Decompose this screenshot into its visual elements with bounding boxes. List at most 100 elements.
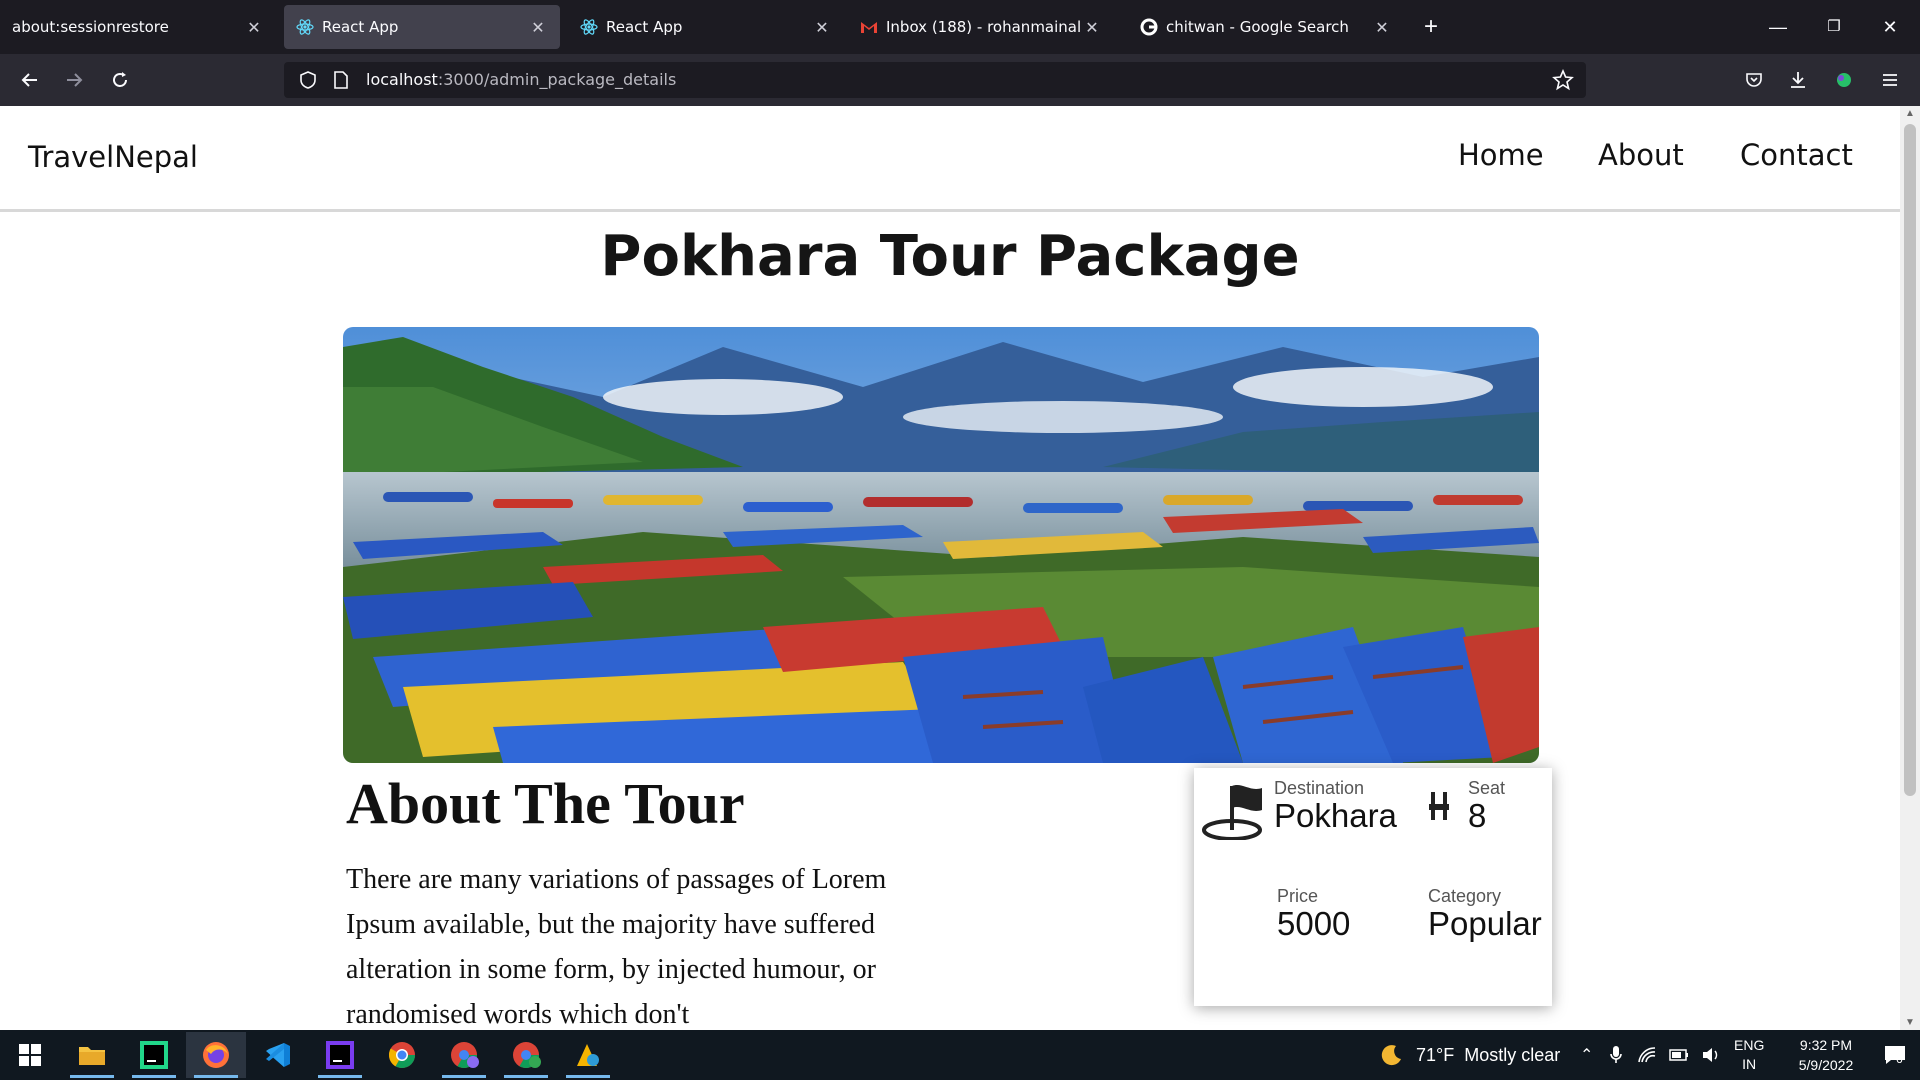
tab-gmail[interactable]: Inbox (188) - rohanmainali39@ ✕	[848, 5, 1114, 49]
vscode-icon[interactable]	[248, 1032, 308, 1078]
shield-icon[interactable]	[298, 70, 318, 95]
back-arrow-icon	[21, 73, 37, 87]
language-indicator[interactable]: ENG IN	[1734, 1030, 1764, 1080]
tab-title: React App	[322, 18, 399, 36]
close-icon[interactable]: ✕	[1082, 18, 1102, 37]
file-explorer-icon[interactable]	[62, 1032, 122, 1078]
close-icon[interactable]: ✕	[812, 18, 832, 37]
clock-time: 9:32 PM	[1799, 1037, 1853, 1053]
pycharm-icon[interactable]	[124, 1032, 184, 1078]
destination-value: Pokhara	[1274, 797, 1397, 834]
seat-icon	[1428, 790, 1450, 827]
start-button[interactable]	[0, 1032, 60, 1078]
scroll-down-icon[interactable]: ▼	[1905, 1017, 1915, 1028]
notification-icon	[1885, 1046, 1905, 1064]
site-header: TravelNepal Home About Contact	[0, 106, 1900, 212]
language-line-2: IN	[1742, 1056, 1757, 1072]
close-icon[interactable]: ✕	[244, 18, 264, 37]
nav-about[interactable]: About	[1598, 138, 1684, 172]
nav-contact[interactable]: Contact	[1740, 138, 1853, 172]
extension-button[interactable]	[1826, 64, 1862, 96]
gmail-icon	[860, 18, 878, 36]
tab-title: about:sessionrestore	[12, 18, 169, 36]
react-icon	[580, 18, 598, 36]
forward-arrow-icon	[67, 73, 83, 87]
restore-button[interactable]: ❐	[1814, 12, 1854, 42]
clock[interactable]: 9:32 PM 5/9/2022	[1780, 1030, 1872, 1080]
tab-title: React App	[606, 18, 683, 36]
page-scrollbar[interactable]: ▲ ▼	[1900, 106, 1920, 1030]
nav-home[interactable]: Home	[1458, 138, 1544, 172]
chrome-profile-icon[interactable]	[434, 1032, 494, 1078]
close-icon[interactable]: ✕	[1372, 18, 1392, 37]
windows-logo-icon	[19, 1044, 41, 1066]
google-icon	[1140, 18, 1158, 36]
scroll-up-icon[interactable]: ▲	[1905, 108, 1915, 119]
reload-icon	[113, 72, 127, 87]
category-value: Popular	[1428, 905, 1542, 942]
jetbrains-icon[interactable]	[310, 1032, 370, 1078]
chrome-icon[interactable]	[372, 1032, 432, 1078]
bookmark-star-icon[interactable]	[1552, 68, 1574, 96]
hero-image	[343, 327, 1539, 763]
about-tour-text: There are many variations of passages of…	[346, 864, 887, 1030]
download-icon	[1791, 72, 1805, 88]
moon-icon	[1381, 1045, 1401, 1066]
close-icon[interactable]: ✕	[528, 18, 548, 37]
app-icon[interactable]	[558, 1032, 618, 1078]
browser-tab-bar: about:sessionrestore ✕ React App ✕ React…	[0, 0, 1920, 54]
reload-button[interactable]	[102, 64, 138, 96]
page-viewport: TravelNepal Home About Contact Pokhara T…	[0, 106, 1900, 1030]
forward-button[interactable]	[56, 64, 92, 96]
price-info: Price 5000	[1277, 886, 1350, 943]
microphone-icon	[1610, 1046, 1623, 1063]
url-host: localhost	[366, 70, 438, 89]
tab-react-app-active[interactable]: React App ✕	[284, 5, 560, 49]
destination-label: Destination	[1274, 778, 1365, 798]
pocket-button[interactable]	[1736, 64, 1772, 96]
seat-value: 8	[1468, 797, 1487, 834]
chevron-up-icon[interactable]: ⌃	[1580, 1045, 1593, 1065]
scroll-thumb[interactable]	[1904, 124, 1916, 796]
destination-info: Destination Pokhara	[1274, 778, 1397, 835]
url-text[interactable]: localhost:3000/admin_package_details	[366, 70, 676, 89]
battery-icon	[1669, 1049, 1689, 1061]
speaker-icon	[1703, 1048, 1718, 1062]
package-info-card: Destination Pokhara Seat 8 Price 5000 Ca…	[1194, 768, 1552, 1006]
tab-react-app[interactable]: React App ✕	[568, 5, 844, 49]
tab-title: Inbox (188) - rohanmainali39@	[886, 18, 1082, 36]
new-tab-button[interactable]: +	[1416, 12, 1446, 42]
extension-icon	[1837, 73, 1851, 87]
url-bar[interactable]: localhost:3000/admin_package_details	[284, 62, 1586, 98]
tab-title: chitwan - Google Search	[1166, 18, 1349, 36]
destination-flag-icon	[1202, 782, 1264, 845]
category-info: Category Popular	[1428, 886, 1542, 943]
window-close-button[interactable]: ✕	[1870, 12, 1910, 42]
price-value: 5000	[1277, 905, 1351, 942]
firefox-icon[interactable]	[186, 1032, 246, 1078]
hamburger-menu-icon	[1883, 74, 1897, 86]
wifi-icon	[1638, 1047, 1656, 1063]
back-button[interactable]	[12, 64, 48, 96]
weather-widget[interactable]: 71°F Mostly clear	[1380, 1030, 1560, 1080]
tab-session-restore[interactable]: about:sessionrestore ✕	[0, 5, 276, 49]
page-title: Pokhara Tour Package	[600, 224, 1300, 289]
url-path: :3000/admin_package_details	[437, 70, 677, 89]
notification-center-button[interactable]: 6	[1872, 1030, 1918, 1080]
browser-toolbar: localhost:3000/admin_package_details	[0, 54, 1920, 106]
page-icon[interactable]	[332, 70, 350, 95]
language-line-1: ENG	[1734, 1037, 1765, 1053]
about-tour-heading: About The Tour	[346, 771, 745, 836]
chrome-profile-2-icon[interactable]	[496, 1032, 556, 1078]
minimize-button[interactable]: —	[1758, 12, 1798, 42]
windows-taskbar: 71°F Mostly clear ⌃ ENG IN 9:32 PM 5/9/2…	[0, 1030, 1920, 1080]
seat-info: Seat 8	[1468, 778, 1505, 835]
react-icon	[296, 18, 314, 36]
weather-text: Mostly clear	[1464, 1044, 1561, 1065]
pocket-icon	[1746, 73, 1762, 87]
price-label: Price	[1277, 886, 1319, 906]
site-brand[interactable]: TravelNepal	[28, 140, 198, 174]
downloads-button[interactable]	[1780, 64, 1816, 96]
tab-google-search[interactable]: chitwan - Google Search ✕	[1128, 5, 1404, 49]
menu-button[interactable]	[1872, 64, 1908, 96]
